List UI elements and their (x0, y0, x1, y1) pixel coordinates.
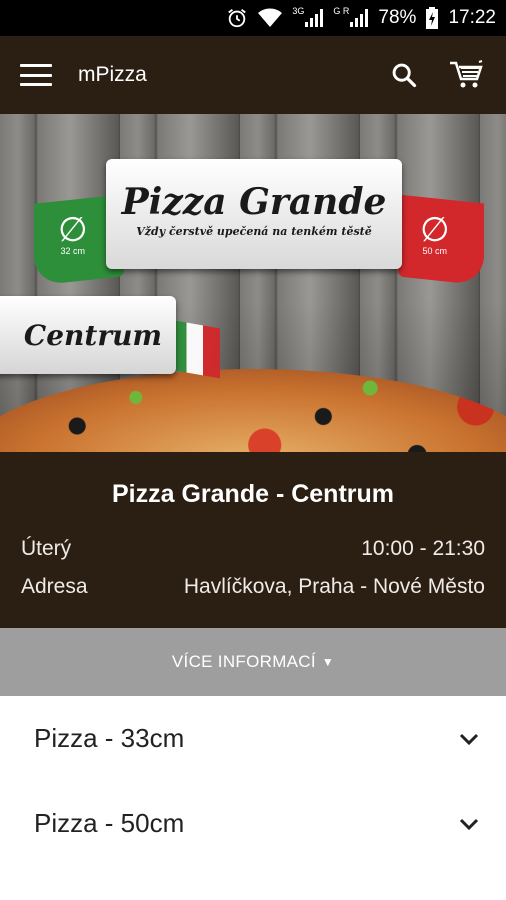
search-icon[interactable] (384, 55, 424, 95)
branch-flag (170, 319, 220, 379)
restaurant-banner-image: ∅ 32 cm ∅ 50 cm Pizza Grande Vždy čerstv… (0, 114, 506, 452)
status-bar: 3G G R 78% 17:22 (0, 0, 506, 36)
brand-slogan: Vždy čerstvě upečená na tenkém těstě (136, 225, 372, 238)
more-info-button[interactable]: VÍCE INFORMACÍ ▼ (0, 628, 506, 696)
category-list: Pizza - 33cm Pizza - 50cm (0, 696, 506, 866)
opening-hours: 10:00 - 21:30 (361, 537, 485, 560)
clock: 17:22 (448, 7, 496, 28)
diameter-icon: ∅ (420, 211, 450, 249)
restaurant-name: Pizza Grande - Centrum (112, 480, 394, 508)
battery-percent: 78% (378, 7, 417, 28)
address-label: Adresa (21, 575, 88, 598)
cart-icon[interactable] (446, 55, 486, 95)
app-bar: mPizza (0, 36, 506, 114)
size-badge-small: ∅ 32 cm (58, 211, 88, 256)
diameter-icon: ∅ (58, 211, 88, 249)
restaurant-info: Pizza Grande - Centrum Úterý 10:00 - 21:… (0, 452, 506, 628)
battery-charging-icon (426, 7, 439, 29)
brand-ribbon: Pizza Grande Vždy čerstvě upečená na ten… (106, 159, 402, 269)
branch-ribbon: Centrum (0, 296, 176, 374)
chevron-down-icon (459, 818, 479, 830)
address-row: Adresa Havlíčkova, Praha - Nové Město (0, 575, 506, 599)
category-pizza-50cm[interactable]: Pizza - 50cm (0, 781, 506, 866)
opening-hours-row: Úterý 10:00 - 21:30 (0, 537, 506, 561)
wifi-icon (258, 8, 283, 28)
chevron-down-icon (459, 733, 479, 745)
menu-icon[interactable] (20, 64, 52, 86)
network-type-1: 3G (292, 6, 305, 16)
more-info-label: VÍCE INFORMACÍ (171, 652, 316, 671)
pizza-photo (0, 369, 506, 452)
size-badge-large: ∅ 50 cm (420, 211, 450, 256)
alarm-icon (226, 7, 248, 29)
category-pizza-33cm[interactable]: Pizza - 33cm (0, 696, 506, 781)
signal-icon-1: 3G (292, 6, 324, 27)
brand-logo-text: Pizza Grande (121, 181, 387, 223)
signal-icon-2: G R (333, 6, 369, 27)
app-title: mPizza (78, 63, 147, 86)
branch-name: Centrum (23, 318, 163, 352)
category-label: Pizza - 50cm (34, 808, 185, 838)
caret-down-icon: ▼ (321, 655, 335, 669)
day-label: Úterý (21, 537, 72, 560)
network-type-2: G R (333, 6, 350, 16)
address-value: Havlíčkova, Praha - Nové Město (183, 575, 485, 598)
category-label: Pizza - 33cm (34, 723, 185, 753)
